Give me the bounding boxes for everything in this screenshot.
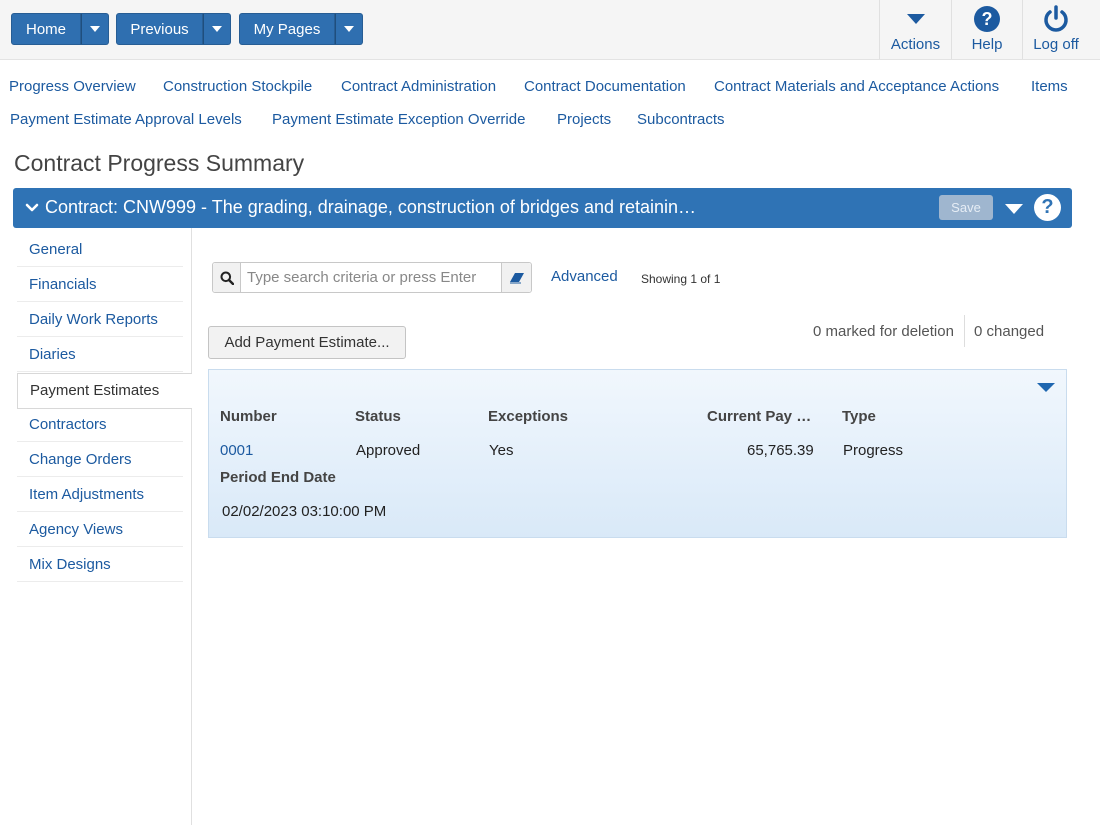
my-pages-button[interactable]: My Pages	[239, 13, 335, 45]
header-exceptions: Exceptions	[488, 408, 569, 425]
advanced-search-link[interactable]: Advanced	[551, 268, 618, 285]
caret-down-icon	[906, 4, 926, 34]
payment-estimate-record: Number Status Exceptions Current Pay … T…	[208, 369, 1067, 538]
eraser-icon[interactable]	[501, 263, 531, 292]
home-dropdown-button[interactable]	[81, 13, 109, 45]
svg-text:?: ?	[982, 9, 993, 29]
previous-button[interactable]: Previous	[116, 13, 203, 45]
nav-link-payment-estimate-exception-override[interactable]: Payment Estimate Exception Override	[272, 108, 525, 132]
sidebar-item-item-adjustments[interactable]: Item Adjustments	[17, 478, 183, 512]
sidebar-item-agency-views[interactable]: Agency Views	[17, 513, 183, 547]
changed-count: 0 changed	[974, 323, 1045, 340]
home-button[interactable]: Home	[11, 13, 81, 45]
page-title: Contract Progress Summary	[14, 150, 305, 176]
mypages-button-group: My Pages	[239, 13, 363, 45]
top-toolbar: Home Previous My Pages Actions ? Help Lo…	[0, 0, 1100, 60]
divider	[964, 315, 965, 347]
actions-label: Actions	[890, 36, 941, 53]
contract-title: Contract: CNW999 - The grading, drainage…	[45, 197, 697, 217]
side-navigation: General Financials Daily Work Reports Di…	[0, 228, 192, 825]
previous-dropdown-button[interactable]	[203, 13, 231, 45]
estimate-current-pay: 65,765.39	[747, 442, 814, 459]
save-button[interactable]: Save	[939, 195, 993, 220]
chevron-down-icon	[344, 26, 354, 32]
help-icon: ?	[973, 4, 1001, 34]
actions-menu-button[interactable]: Actions	[879, 0, 951, 59]
sidebar-item-financials[interactable]: Financials	[17, 268, 183, 302]
log-off-label: Log off	[1033, 36, 1079, 53]
header-period-end-date: Period End Date	[220, 469, 336, 486]
add-payment-estimate-button[interactable]: Add Payment Estimate...	[208, 326, 406, 359]
nav-link-items[interactable]: Items	[1031, 75, 1068, 99]
previous-button-group: Previous	[116, 13, 231, 45]
nav-link-contract-documentation[interactable]: Contract Documentation	[524, 75, 686, 99]
chevron-down-icon	[90, 26, 100, 32]
chevron-down-icon[interactable]	[25, 200, 39, 218]
nav-link-contract-materials[interactable]: Contract Materials and Acceptance Action…	[714, 75, 999, 99]
nav-link-progress-overview[interactable]: Progress Overview	[9, 75, 136, 99]
help-icon[interactable]: ?	[1034, 194, 1061, 221]
header-current-pay: Current Pay …	[707, 408, 812, 425]
estimate-exceptions: Yes	[489, 442, 514, 459]
sidebar-item-daily-work-reports[interactable]: Daily Work Reports	[17, 303, 183, 337]
search-box	[212, 262, 532, 293]
nav-link-subcontracts[interactable]: Subcontracts	[637, 108, 725, 132]
caret-down-icon[interactable]	[1005, 204, 1023, 214]
estimate-period-end-date: 02/02/2023 03:10:00 PM	[222, 503, 387, 520]
contract-header[interactable]: Contract: CNW999 - The grading, drainage…	[13, 188, 1072, 228]
sidebar-item-diaries[interactable]: Diaries	[17, 338, 183, 372]
results-count: Showing 1 of 1	[641, 272, 721, 286]
marked-for-deletion-count: 0 marked for deletion	[813, 323, 954, 340]
sidebar-item-payment-estimates[interactable]: Payment Estimates	[17, 373, 192, 409]
estimate-type: Progress	[843, 442, 904, 459]
sidebar-item-general[interactable]: General	[17, 233, 183, 267]
nav-link-payment-estimate-approval-levels[interactable]: Payment Estimate Approval Levels	[10, 108, 242, 132]
caret-down-icon[interactable]	[1037, 383, 1055, 392]
search-input[interactable]	[241, 263, 503, 292]
nav-link-contract-administration[interactable]: Contract Administration	[341, 75, 496, 99]
chevron-down-icon	[212, 26, 222, 32]
header-number: Number	[220, 408, 277, 425]
header-status: Status	[355, 408, 401, 425]
power-icon	[1042, 4, 1070, 34]
home-button-group: Home	[11, 13, 109, 45]
my-pages-dropdown-button[interactable]	[335, 13, 363, 45]
sidebar-item-mix-designs[interactable]: Mix Designs	[17, 548, 183, 582]
estimate-number-link[interactable]: 0001	[220, 442, 253, 459]
header-type: Type	[842, 408, 876, 425]
log-off-button[interactable]: Log off	[1022, 0, 1089, 59]
help-label: Help	[971, 36, 1003, 53]
sidebar-item-contractors[interactable]: Contractors	[17, 408, 183, 442]
search-icon[interactable]	[213, 263, 241, 292]
estimate-status: Approved	[356, 442, 421, 459]
sidebar-item-change-orders[interactable]: Change Orders	[17, 443, 183, 477]
help-button[interactable]: ? Help	[951, 0, 1022, 59]
nav-link-projects[interactable]: Projects	[557, 108, 611, 132]
nav-link-construction-stockpile[interactable]: Construction Stockpile	[163, 75, 312, 99]
